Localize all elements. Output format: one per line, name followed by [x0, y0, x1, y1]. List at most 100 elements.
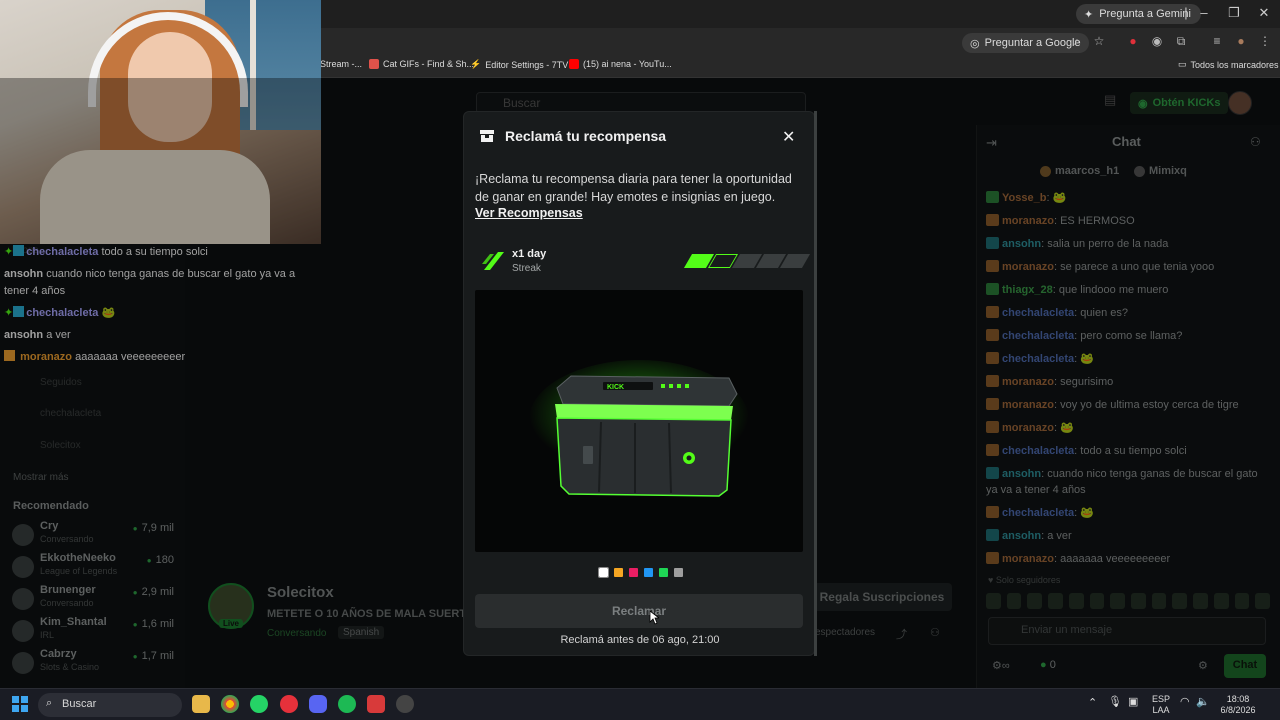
recommended-item[interactable]: CabrzySlots & Casino1,7 mil: [12, 648, 182, 678]
chat-username[interactable]: moranazo: [1002, 376, 1054, 388]
chat-username[interactable]: moranazo: [1002, 215, 1054, 227]
puzzle-icon[interactable]: ⧉: [1172, 34, 1190, 49]
chat-tools-icon[interactable]: ⚙∞: [992, 659, 1010, 672]
users-icon[interactable]: ⚇: [1250, 135, 1261, 149]
wifi-icon[interactable]: ◠: [1180, 697, 1190, 708]
add-user-icon[interactable]: ⚇: [930, 626, 940, 639]
microphone-icon[interactable]: 🎙: [1108, 697, 1122, 708]
chat-message[interactable]: chechalacleta: quien es?: [986, 305, 1272, 321]
show-more-link[interactable]: Mostrar más: [13, 472, 69, 483]
chat-username[interactable]: chechalacleta: [1002, 330, 1074, 342]
chat-message[interactable]: moranazo: voy yo de ultima estoy cerca d…: [986, 397, 1272, 413]
file-explorer-icon[interactable]: [192, 695, 210, 713]
app-red-icon[interactable]: [280, 695, 298, 713]
pinned-gifter[interactable]: Mimixq: [1134, 165, 1187, 177]
windows-start-icon[interactable]: [12, 696, 28, 712]
chat-username[interactable]: chechalacleta: [1002, 353, 1074, 365]
language-tag[interactable]: Spanish: [338, 626, 385, 639]
tray-chevron-icon[interactable]: ⌃: [1088, 698, 1097, 709]
user-avatar[interactable]: [1228, 91, 1252, 115]
spotify-icon[interactable]: [338, 695, 356, 713]
recommended-item[interactable]: CryConversando7,9 mil: [12, 520, 182, 550]
streamer-name[interactable]: Solecitox: [267, 584, 334, 601]
volume-icon[interactable]: 🔈: [1196, 697, 1210, 708]
chat-message[interactable]: ansohn: salia un perro de la nada: [986, 236, 1272, 252]
close-icon[interactable]: ✕: [782, 127, 795, 147]
chat-username[interactable]: chechalacleta: [1002, 307, 1074, 319]
chat-username[interactable]: ansohn: [1002, 468, 1041, 480]
recommended-item[interactable]: BrunengerConversando2,9 mil: [12, 584, 182, 614]
sidebar-followed-item[interactable]: chechalacleta: [40, 408, 101, 419]
close-window-icon[interactable]: ✕: [1254, 5, 1274, 21]
chat-message[interactable]: moranazo: se parece a uno que tenia yooo: [986, 259, 1272, 275]
chat-username[interactable]: chechalacleta: [1002, 507, 1074, 519]
chat-message[interactable]: chechalacleta: 🐸: [986, 351, 1272, 367]
discord-icon[interactable]: [309, 695, 327, 713]
bookmark-7tv[interactable]: ⚡ Editor Settings - 7TV: [470, 59, 568, 70]
claim-button[interactable]: Reclamar: [475, 594, 803, 628]
chat-username[interactable]: moranazo: [1002, 261, 1054, 273]
emote-bar[interactable]: [986, 593, 1271, 611]
all-bookmarks[interactable]: ▭ Todos los marcadores: [1178, 59, 1279, 70]
chat-username[interactable]: ansohn: [1002, 530, 1041, 542]
taskbar-search[interactable]: ⌕ Buscar: [38, 693, 182, 717]
chat-message[interactable]: thiagx_28: que lindooo me muero: [986, 282, 1272, 298]
chrome-icon[interactable]: [221, 695, 239, 713]
chat-message[interactable]: ansohn: cuando nico tenga ganas de busca…: [986, 466, 1272, 498]
extension-red-icon[interactable]: ●: [1124, 34, 1142, 48]
chat-username[interactable]: chechalacleta: [1002, 445, 1074, 457]
clock[interactable]: 18:08 6/8/2026: [1216, 694, 1260, 716]
bookmark-stream[interactable]: Stream -...: [320, 59, 362, 69]
share-icon[interactable]: ⤴: [896, 626, 907, 642]
menu-icon[interactable]: ⋮: [1256, 34, 1274, 48]
color-swatch[interactable]: [614, 568, 623, 577]
color-swatch[interactable]: [598, 567, 609, 578]
restore-icon[interactable]: ❐: [1224, 5, 1244, 21]
chat-message[interactable]: moranazo: segurisimo: [986, 374, 1272, 390]
chat-username[interactable]: thiagx_28: [1002, 284, 1053, 296]
tray-app-icon[interactable]: ▣: [1128, 697, 1138, 708]
stream-category[interactable]: Conversando: [267, 628, 326, 639]
chat-username[interactable]: moranazo: [1002, 422, 1054, 434]
sidebar-followed-item[interactable]: Solecitox: [40, 440, 81, 451]
settings-icon[interactable]: ⚙: [1198, 659, 1208, 672]
whatsapp-icon[interactable]: [250, 695, 268, 713]
chat-username[interactable]: Yosse_b: [1002, 192, 1046, 204]
zoom-icon[interactable]: ⌕: [1068, 34, 1086, 49]
language-indicator[interactable]: ESP LAA: [1152, 694, 1170, 716]
sidebar-icon[interactable]: |: [1176, 5, 1196, 20]
chat-message[interactable]: moranazo: aaaaaaa veeeeeeeeer: [986, 551, 1272, 567]
layout-icon[interactable]: ▤: [1104, 92, 1116, 108]
gift-subs-button[interactable]: Regala Suscripciones: [812, 583, 952, 611]
pinned-gifter[interactable]: maarcos_h1: [1040, 165, 1119, 177]
kicks-balance[interactable]: ● 0: [1040, 659, 1056, 671]
chat-username[interactable]: moranazo: [1002, 553, 1054, 565]
recommended-item[interactable]: EkkotheNeekoLeague of Legends180: [12, 552, 182, 582]
chat-message[interactable]: moranazo: ES HERMOSO: [986, 213, 1272, 229]
chat-username[interactable]: moranazo: [1002, 399, 1054, 411]
chat-message[interactable]: moranazo: 🐸: [986, 420, 1272, 436]
chat-message[interactable]: chechalacleta: todo a su tiempo solci: [986, 443, 1272, 459]
extension-icon[interactable]: ◉: [1148, 34, 1166, 48]
modal-scrollbar[interactable]: [814, 111, 817, 656]
chat-message[interactable]: chechalacleta: 🐸: [986, 505, 1272, 521]
media-icon[interactable]: ≡: [1208, 34, 1226, 48]
sidebar-followed[interactable]: Seguidos: [40, 377, 82, 388]
chat-input[interactable]: Enviar un mensaje: [988, 617, 1266, 645]
minimize-icon[interactable]: –: [1194, 5, 1214, 20]
profile-avatar[interactable]: ●: [1232, 34, 1250, 48]
color-swatch[interactable]: [659, 568, 668, 577]
get-kicks-button[interactable]: ◉ Obtén KICKs: [1130, 92, 1229, 114]
chat-message[interactable]: Yosse_b: 🐸: [986, 190, 1272, 206]
recommended-item[interactable]: Kim_ShantalIRL1,6 mil: [12, 616, 182, 646]
star-icon[interactable]: ☆: [1090, 34, 1108, 48]
color-swatch[interactable]: [674, 568, 683, 577]
chat-message[interactable]: ansohn: a ver: [986, 528, 1272, 544]
color-swatch[interactable]: [644, 568, 653, 577]
send-chat-button[interactable]: Chat: [1224, 654, 1266, 678]
app-icon[interactable]: [367, 695, 385, 713]
bookmark-cat-gifs[interactable]: Cat GIFs - Find & Sh...: [369, 59, 474, 69]
chat-message[interactable]: chechalacleta: pero como se llama?: [986, 328, 1272, 344]
view-rewards-link[interactable]: Ver Recompensas: [475, 206, 583, 220]
chat-username[interactable]: ansohn: [1002, 238, 1041, 250]
